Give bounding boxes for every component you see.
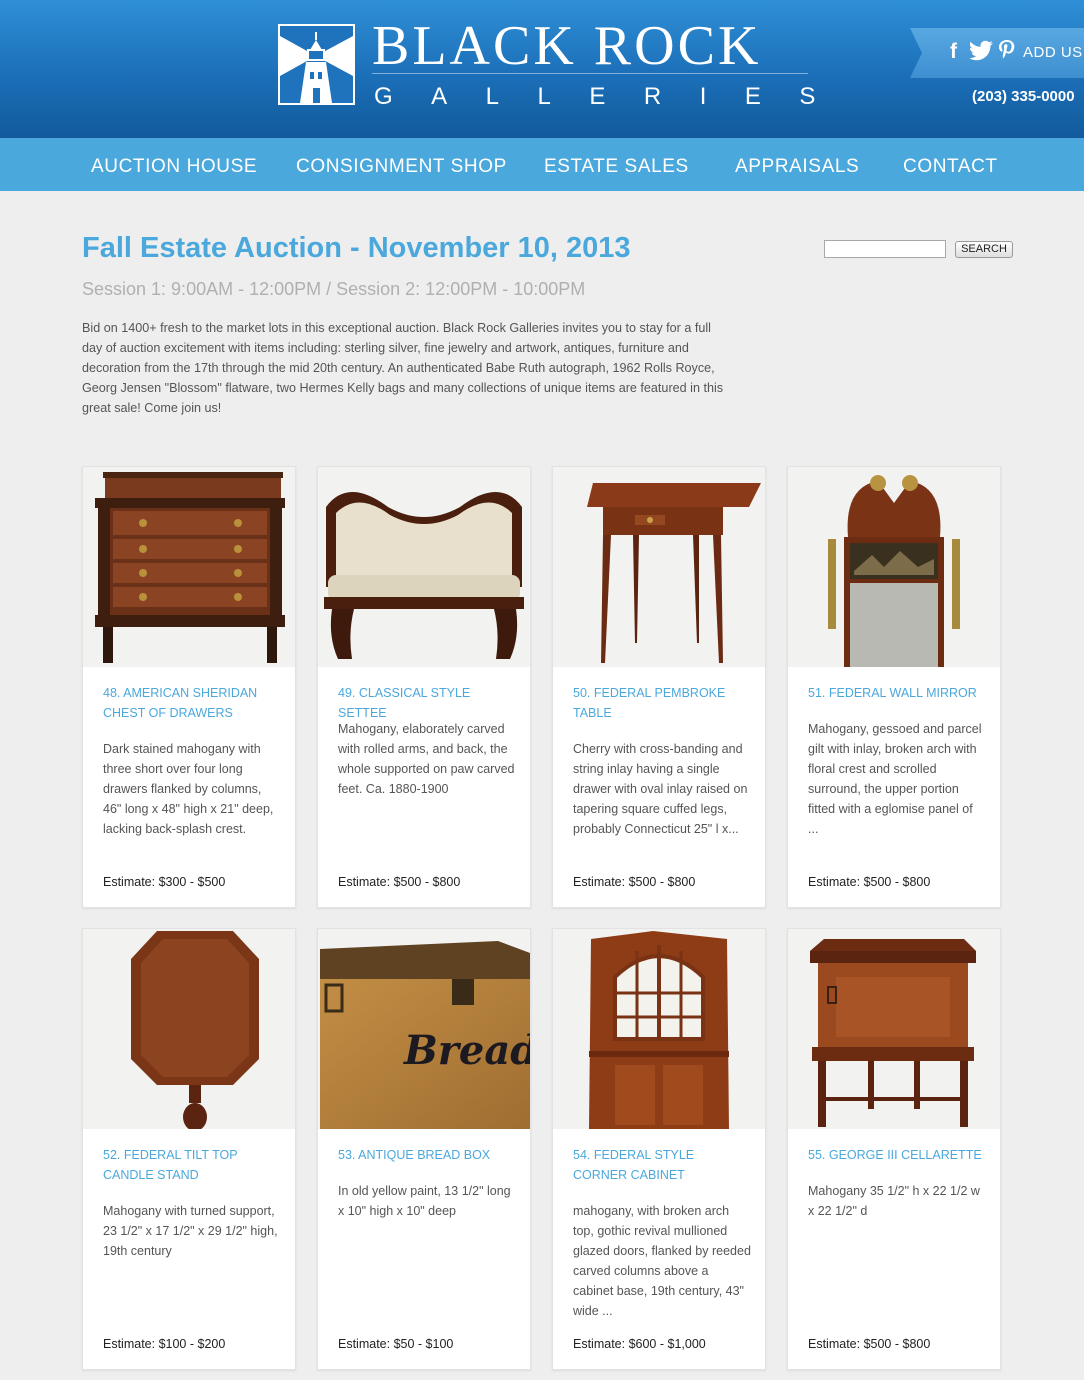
lot-card[interactable]: 49. CLASSICAL STYLE SETTEE Mahogany, ela… bbox=[317, 466, 531, 908]
lot-title[interactable]: 53. ANTIQUE BREAD BOX bbox=[338, 1145, 516, 1165]
logo-divider bbox=[372, 73, 808, 74]
nav-auction-house[interactable]: AUCTION HOUSE bbox=[91, 155, 257, 179]
lot-estimate: Estimate: $500 - $800 bbox=[573, 875, 696, 889]
lot-description: Mahogany, gessoed and parcel gilt with i… bbox=[808, 722, 982, 836]
lot-description: In old yellow paint, 13 1/2" long x 10" … bbox=[338, 1184, 511, 1218]
search-input[interactable] bbox=[824, 240, 946, 258]
lot-description: mahogany, with broken arch top, gothic r… bbox=[573, 1204, 751, 1318]
lot-description: Mahogany, elaborately carved with rolled… bbox=[338, 722, 515, 796]
auction-intro: Bid on 1400+ fresh to the market lots in… bbox=[82, 321, 724, 415]
bread-label: Bread bbox=[403, 1027, 530, 1074]
lot-title[interactable]: 55. GEORGE III CELLARETTE bbox=[808, 1145, 986, 1165]
page-title: Fall Estate Auction - November 10, 2013 bbox=[82, 232, 631, 264]
add-us-link[interactable]: ADD US bbox=[1023, 43, 1083, 63]
lot-estimate: Estimate: $500 - $800 bbox=[808, 875, 931, 889]
lighthouse-logo-icon[interactable] bbox=[278, 24, 355, 105]
lot-title[interactable]: 48. AMERICAN SHERIDAN CHEST OF DRAWERS bbox=[103, 683, 281, 723]
wall-mirror-image[interactable] bbox=[788, 467, 1000, 667]
lot-description: Cherry with cross-banding and string inl… bbox=[573, 742, 748, 836]
lot-estimate: Estimate: $50 - $100 bbox=[338, 1337, 454, 1351]
main-nav: AUCTION HOUSE CONSIGNMENT SHOP ESTATE SA… bbox=[0, 138, 1084, 191]
chest-of-drawers-image[interactable] bbox=[83, 467, 295, 667]
lot-description: Mahogany 35 1/2" h x 22 1/2 w x 22 1/2" … bbox=[808, 1184, 980, 1218]
logo-wordmark[interactable]: BLACK ROCK bbox=[372, 14, 761, 78]
lot-card[interactable]: 48. AMERICAN SHERIDAN CHEST OF DRAWERS D… bbox=[82, 466, 296, 908]
search-button[interactable]: SEARCH bbox=[955, 241, 1013, 258]
nav-appraisals[interactable]: APPRAISALS bbox=[735, 155, 859, 179]
lot-title[interactable]: 51. FEDERAL WALL MIRROR bbox=[808, 683, 986, 703]
lot-estimate: Estimate: $300 - $500 bbox=[103, 875, 226, 889]
settee-image[interactable] bbox=[318, 467, 530, 667]
lot-title[interactable]: 49. CLASSICAL STYLE SETTEE bbox=[338, 683, 516, 723]
nav-estate-sales[interactable]: ESTATE SALES bbox=[544, 155, 689, 179]
phone-number[interactable]: (203) 335-0000 bbox=[972, 87, 1075, 107]
lot-title[interactable]: 50. FEDERAL PEMBROKE TABLE bbox=[573, 683, 751, 723]
lot-card[interactable]: 55. GEORGE III CELLARETTE Mahogany 35 1/… bbox=[787, 928, 1001, 1370]
lot-description: Dark stained mahogany with three short o… bbox=[103, 742, 274, 836]
lot-estimate: Estimate: $100 - $200 bbox=[103, 1337, 226, 1351]
site-header: BLACK ROCK GALLERIES f ADD US (203) 335-… bbox=[0, 0, 1084, 138]
cellarette-image[interactable] bbox=[788, 929, 1000, 1129]
lot-card[interactable]: 50. FEDERAL PEMBROKE TABLE Cherry with c… bbox=[552, 466, 766, 908]
lot-card[interactable]: 51. FEDERAL WALL MIRROR Mahogany, gessoe… bbox=[787, 466, 1001, 908]
logo-subtitle: GALLERIES bbox=[374, 83, 854, 110]
lot-title[interactable]: 54. FEDERAL STYLE CORNER CABINET bbox=[573, 1145, 751, 1185]
facebook-icon[interactable]: f bbox=[950, 38, 957, 66]
nav-consignment-shop[interactable]: CONSIGNMENT SHOP bbox=[296, 155, 507, 179]
nav-contact[interactable]: CONTACT bbox=[903, 155, 998, 179]
candle-stand-image[interactable] bbox=[83, 929, 295, 1129]
twitter-icon[interactable] bbox=[968, 40, 994, 70]
lot-card[interactable]: Bread 53. ANTIQUE BREAD BOX In old yello… bbox=[317, 928, 531, 1370]
bread-box-image[interactable]: Bread bbox=[318, 929, 530, 1129]
lot-description: Mahogany with turned support, 23 1/2" x … bbox=[103, 1204, 278, 1258]
lot-estimate: Estimate: $500 - $800 bbox=[338, 875, 461, 889]
lot-card[interactable]: 52. FEDERAL TILT TOP CANDLE STAND Mahoga… bbox=[82, 928, 296, 1370]
pinterest-icon[interactable] bbox=[998, 40, 1016, 70]
lot-title[interactable]: 52. FEDERAL TILT TOP CANDLE STAND bbox=[103, 1145, 281, 1185]
corner-cabinet-image[interactable] bbox=[553, 929, 765, 1129]
pembroke-table-image[interactable] bbox=[553, 467, 765, 667]
session-times: Session 1: 9:00AM - 12:00PM / Session 2:… bbox=[82, 279, 586, 299]
lot-estimate: Estimate: $600 - $1,000 bbox=[573, 1337, 706, 1351]
lot-estimate: Estimate: $500 - $800 bbox=[808, 1337, 931, 1351]
lot-card[interactable]: 54. FEDERAL STYLE CORNER CABINET mahogan… bbox=[552, 928, 766, 1370]
